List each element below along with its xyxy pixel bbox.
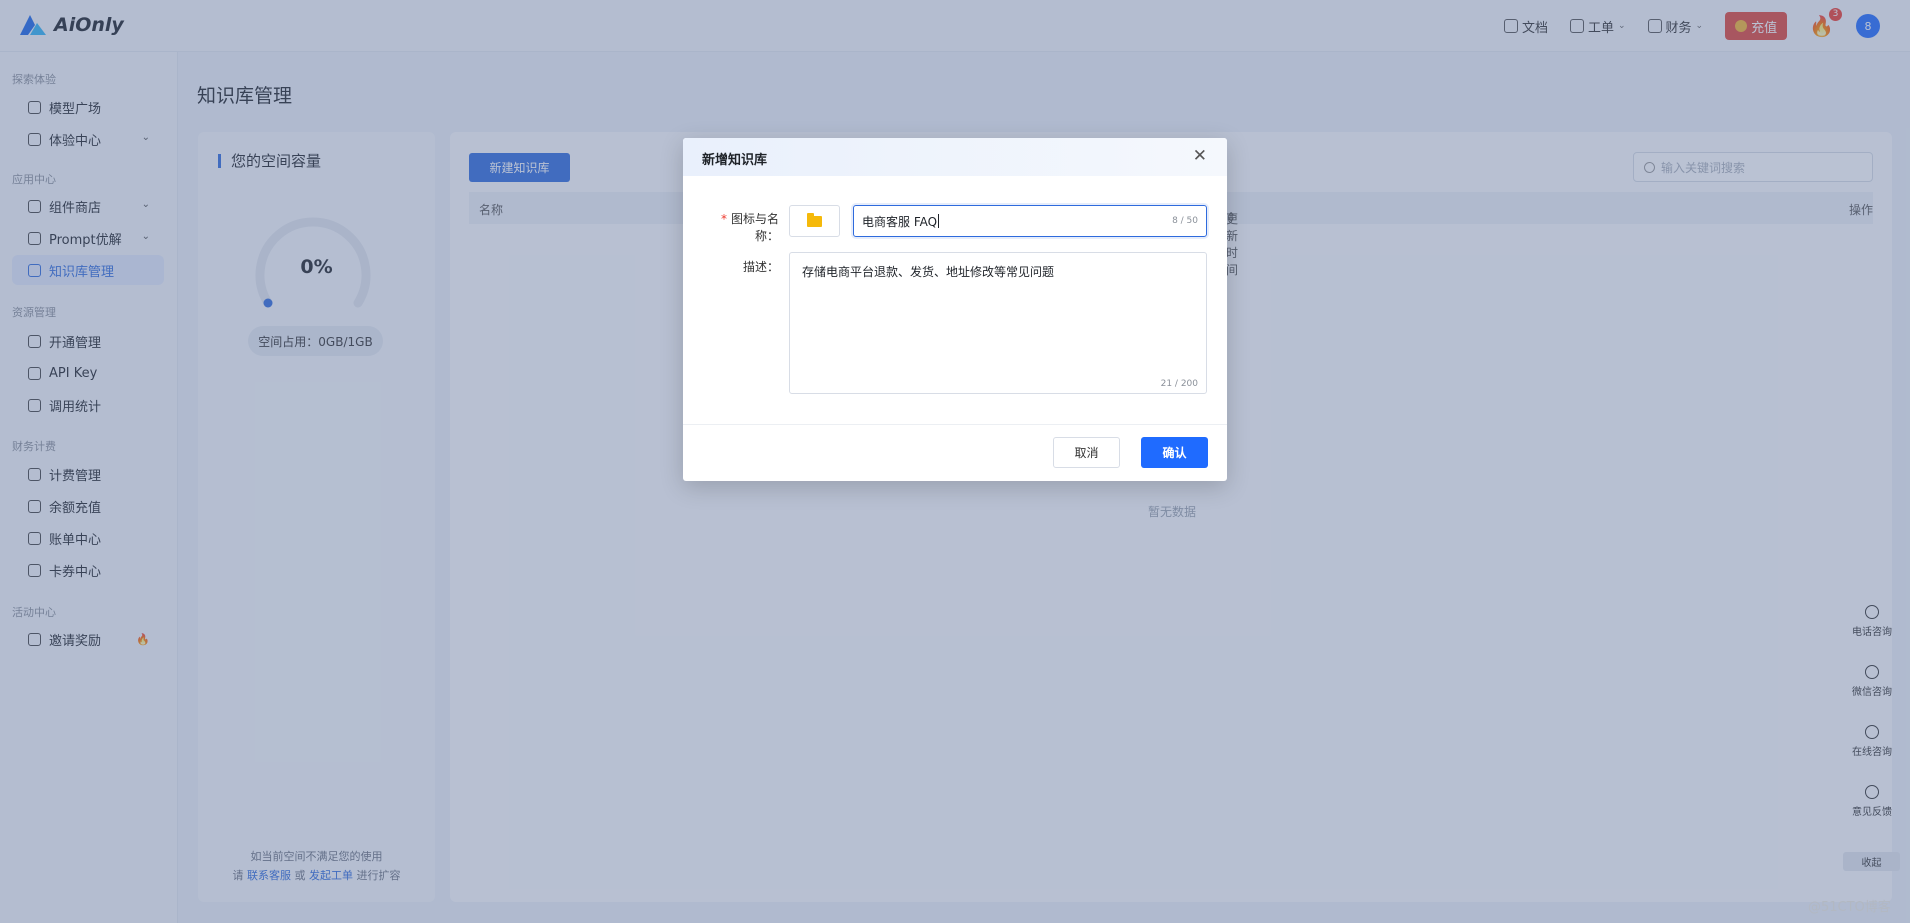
description-textarea[interactable]: 存储电商平台退款、发货、地址修改等常见问题 21 / 200 xyxy=(789,252,1207,394)
description-char-count: 21 / 200 xyxy=(1160,379,1198,389)
text-cursor xyxy=(938,214,940,228)
required-mark: * xyxy=(720,212,727,226)
close-icon[interactable]: ✕ xyxy=(1193,148,1207,165)
name-field-label: * 图标与名称： xyxy=(701,210,779,244)
watermark: @51CTO博客 xyxy=(1808,900,1891,915)
icon-picker-button[interactable] xyxy=(789,205,840,237)
dialog-divider xyxy=(683,424,1227,425)
name-char-count: 8 / 50 xyxy=(1172,216,1198,226)
confirm-button[interactable]: 确认 xyxy=(1141,437,1208,468)
new-knowledge-base-dialog: 新增知识库 ✕ * 图标与名称： 电商客服 FAQ 8 / 50 描述： 存储电商… xyxy=(683,138,1227,481)
name-field-label-text: 图标与名称： xyxy=(730,212,779,243)
description-value: 存储电商平台退款、发货、地址修改等常见问题 xyxy=(802,265,1055,279)
dialog-title: 新增知识库 xyxy=(702,153,768,168)
dialog-header: 新增知识库 ✕ xyxy=(683,138,1227,176)
cancel-button[interactable]: 取消 xyxy=(1053,437,1120,468)
folder-icon xyxy=(807,212,822,227)
desc-field-label: 描述： xyxy=(742,260,779,274)
name-input-value: 电商客服 FAQ xyxy=(862,214,938,229)
name-input[interactable]: 电商客服 FAQ 8 / 50 xyxy=(853,205,1207,237)
